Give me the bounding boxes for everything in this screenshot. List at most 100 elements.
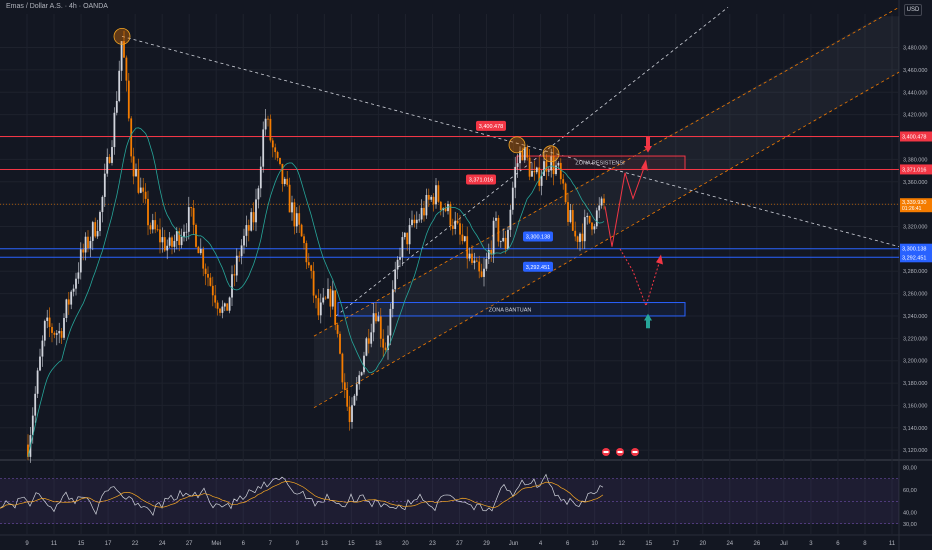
candle-body: [339, 333, 341, 354]
x-tick-label: 3: [809, 541, 813, 547]
candle-body: [130, 118, 133, 157]
candle-body: [581, 233, 584, 242]
candle-body: [497, 217, 500, 242]
x-tick-label: 22: [132, 541, 139, 547]
candle-body: [207, 273, 209, 278]
candle-body: [65, 299, 68, 318]
candle-body: [353, 395, 356, 406]
x-tick-label: 18: [375, 541, 382, 547]
candle-body: [420, 207, 423, 220]
candle-body: [185, 231, 188, 233]
candle-body: [245, 225, 248, 236]
candle-body: [351, 405, 353, 423]
y-tick-label: 3,260.000: [903, 292, 927, 298]
candle-body: [199, 248, 202, 254]
candle-body: [526, 147, 529, 158]
candle-body: [593, 226, 596, 230]
candle-body: [569, 210, 572, 222]
candle-body: [535, 167, 538, 173]
candle-body: [538, 167, 541, 186]
candle-body: [36, 370, 39, 394]
candle-body: [485, 259, 488, 269]
candle-body: [267, 118, 269, 120]
swing-high-marker: [113, 27, 131, 45]
x-tick-label: 15: [78, 541, 85, 547]
candle-body: [204, 268, 207, 274]
candle-body: [91, 222, 94, 241]
candle-body: [175, 231, 178, 241]
candle-body: [531, 170, 533, 177]
candle-body: [564, 183, 567, 203]
candle-body: [46, 317, 49, 321]
candle-body: [444, 208, 447, 212]
candle-body: [211, 285, 214, 296]
candle-body: [595, 210, 598, 227]
candle-body: [461, 234, 464, 242]
x-tick-label: 27: [456, 541, 463, 547]
candle-body: [139, 187, 142, 193]
x-tick-label: Jun: [509, 541, 519, 547]
candle-body: [96, 231, 99, 237]
candle-body: [408, 225, 411, 245]
y-tick-label: 3,180.000: [903, 381, 927, 387]
candle-body: [276, 152, 279, 158]
price-chart[interactable]: ZONA RESISTENSI ZONA BANTUAN 3,400.478 3,3…: [0, 0, 932, 550]
axis-level-tag: 3,300.138: [902, 247, 926, 253]
candle-body: [288, 184, 291, 213]
candle-body: [113, 112, 116, 148]
candle-body: [307, 262, 310, 266]
candle-body: [271, 140, 274, 148]
candle-body: [322, 297, 325, 303]
candle-body: [471, 253, 473, 263]
candle-body: [303, 236, 305, 244]
candle-body: [598, 205, 601, 211]
candle-body: [389, 308, 392, 336]
candle-body: [468, 253, 471, 259]
candle-body: [127, 80, 130, 119]
candle-body: [317, 298, 320, 316]
candle-body: [41, 340, 44, 357]
candle-body: [180, 236, 183, 246]
candle-body: [58, 331, 61, 334]
candle-body: [168, 237, 171, 246]
candle-body: [324, 297, 327, 299]
candle-body: [295, 213, 298, 227]
candle-body: [473, 260, 476, 263]
x-tick-label: 26: [754, 541, 761, 547]
candle-body: [283, 178, 286, 184]
candle-body: [379, 316, 382, 339]
candle-body: [557, 162, 560, 166]
candle-body: [187, 207, 190, 232]
candle-body: [120, 41, 123, 71]
candle-body: [137, 169, 140, 193]
candle-body: [106, 156, 109, 174]
candle-body: [190, 207, 193, 209]
candle-body: [399, 257, 401, 260]
candle-body: [166, 245, 169, 251]
y-tick-label: 3,220.000: [903, 336, 927, 342]
candle-body: [125, 57, 128, 81]
price-axis[interactable]: 3,480.000 3,460.000 3,440.000 3,420.000 3,40…: [900, 46, 932, 528]
buy-arrow-icon-stem: [646, 320, 650, 329]
candle-body: [312, 270, 315, 296]
x-tick-label: 17: [105, 541, 112, 547]
time-axis[interactable]: 9 11 15 17 22 24 27 Mei 6 7 9 13 15 18 20 23 27 29 Jun 4 6 10…: [25, 541, 895, 547]
candle-body: [418, 219, 421, 221]
candle-body: [327, 288, 329, 299]
candle-body: [214, 295, 217, 303]
candle-body: [459, 223, 461, 235]
candle-body: [439, 201, 442, 211]
candle-body: [478, 261, 481, 272]
candle-body: [507, 229, 509, 249]
candle-body: [382, 338, 385, 348]
x-tick-label: 15: [348, 541, 355, 547]
x-tick-label: 24: [726, 541, 733, 547]
candle-body: [226, 303, 229, 311]
candle-body: [252, 212, 255, 223]
candle-body: [247, 225, 250, 231]
candle-body: [101, 196, 104, 213]
axis-level-tag: 3,371.016: [902, 167, 926, 173]
swing-high-marker: [508, 136, 526, 154]
candle-body: [384, 347, 387, 350]
candle-body: [293, 202, 296, 227]
